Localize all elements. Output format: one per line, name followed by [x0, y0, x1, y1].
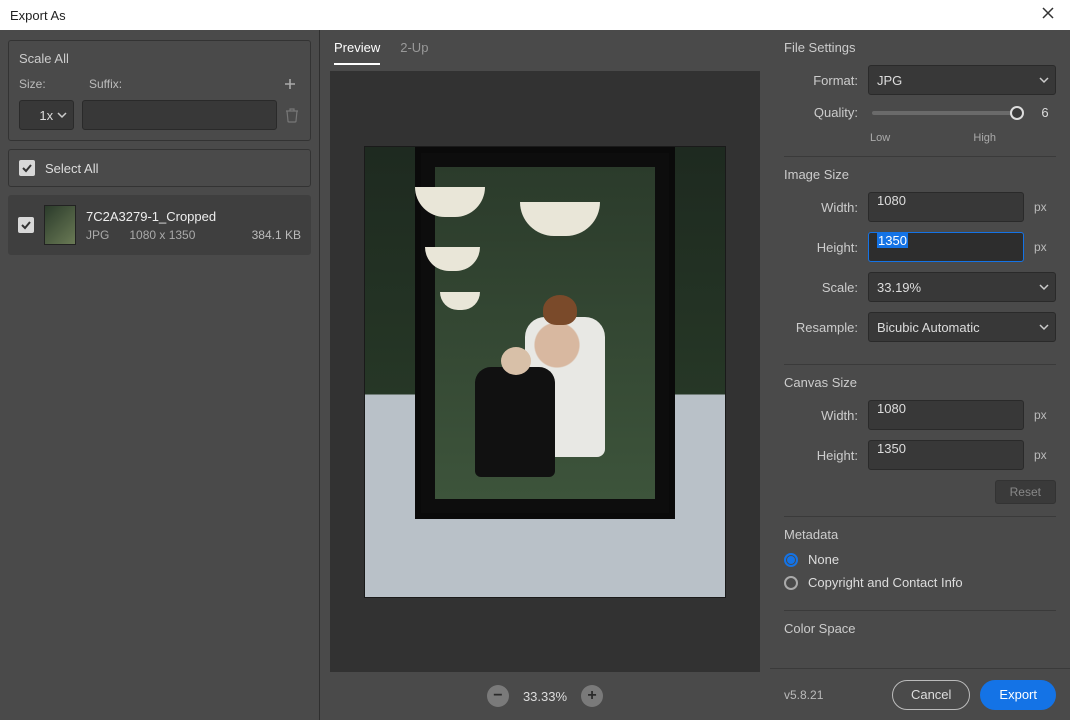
image-size-section: Image Size Width: 1080 px Height: 1350 p… — [784, 167, 1056, 365]
select-all-row[interactable]: Select All — [8, 149, 311, 187]
chevron-down-icon — [1039, 73, 1049, 88]
slider-knob[interactable] — [1010, 106, 1024, 120]
left-panel: Scale All Size: Suffix: 1x — [0, 30, 320, 720]
canvas-height-input[interactable]: 1350 — [868, 440, 1024, 470]
suffix-input[interactable] — [82, 100, 277, 130]
settings-scroll[interactable]: File Settings Format: JPG Quality: 6 — [770, 30, 1070, 668]
image-size-title: Image Size — [784, 167, 1056, 182]
unit-px: px — [1034, 240, 1056, 254]
radio-icon — [784, 553, 798, 567]
version-label: v5.8.21 — [784, 688, 882, 702]
asset-item[interactable]: 7C2A3279-1_Cropped JPG 1080 x 1350 384.1… — [8, 195, 311, 255]
asset-thumbnail — [44, 205, 76, 245]
trash-icon[interactable] — [285, 107, 300, 123]
export-button[interactable]: Export — [980, 680, 1056, 710]
cancel-button[interactable]: Cancel — [892, 680, 970, 710]
preview-canvas[interactable] — [330, 71, 760, 672]
resample-value: Bicubic Automatic — [877, 320, 980, 335]
format-value: JPG — [877, 73, 902, 88]
center-panel: Preview 2-Up − 33.33% + — [320, 30, 770, 720]
img-width-input[interactable]: 1080 — [868, 192, 1024, 222]
scale-value: 33.19% — [877, 280, 921, 295]
tab-2up[interactable]: 2-Up — [400, 40, 428, 65]
quality-value: 6 — [1034, 105, 1056, 120]
canvas-size-title: Canvas Size — [784, 375, 1056, 390]
metadata-copyright-radio[interactable]: Copyright and Contact Info — [784, 575, 1056, 590]
tab-preview[interactable]: Preview — [334, 40, 380, 65]
asset-format: JPG — [86, 228, 109, 242]
quality-low-label: Low — [870, 132, 890, 144]
chevron-down-icon — [1039, 320, 1049, 335]
quality-label: Quality: — [784, 105, 858, 120]
unit-px: px — [1034, 200, 1056, 214]
asset-checkbox[interactable] — [18, 217, 34, 233]
color-space-title: Color Space — [784, 621, 1056, 636]
canvas-width-input[interactable]: 1080 — [868, 400, 1024, 430]
zoom-value: 33.33% — [523, 689, 567, 704]
scale-label: Scale: — [784, 280, 858, 295]
export-as-dialog: Export As Scale All Size: Suffix: 1x — [0, 0, 1070, 720]
close-icon[interactable] — [1036, 5, 1060, 25]
preview-image — [365, 147, 725, 597]
right-panel: File Settings Format: JPG Quality: 6 — [770, 30, 1070, 720]
asset-dimensions: 1080 x 1350 — [129, 228, 195, 242]
zoom-bar: − 33.33% + — [320, 672, 770, 720]
scale-all-title: Scale All — [19, 51, 300, 66]
canvas-height-label: Height: — [784, 448, 858, 463]
titlebar: Export As — [0, 0, 1070, 30]
scale-all-panel: Scale All Size: Suffix: 1x — [8, 40, 311, 141]
asset-name: 7C2A3279-1_Cropped — [86, 209, 301, 224]
resample-select[interactable]: Bicubic Automatic — [868, 312, 1056, 342]
metadata-copyright-label: Copyright and Contact Info — [808, 575, 963, 590]
chevron-down-icon — [57, 108, 67, 123]
resample-label: Resample: — [784, 320, 858, 335]
suffix-label: Suffix: — [89, 77, 280, 91]
metadata-none-label: None — [808, 552, 839, 567]
img-width-label: Width: — [784, 200, 858, 215]
file-settings-section: File Settings Format: JPG Quality: 6 — [784, 40, 1056, 157]
color-space-section: Color Space — [784, 621, 1056, 658]
asset-list: 7C2A3279-1_Cropped JPG 1080 x 1350 384.1… — [8, 195, 311, 255]
canvas-size-section: Canvas Size Width: 1080 px Height: 1350 … — [784, 375, 1056, 517]
chevron-down-icon — [1039, 280, 1049, 295]
format-label: Format: — [784, 73, 858, 88]
format-select[interactable]: JPG — [868, 65, 1056, 95]
reset-button[interactable]: Reset — [995, 480, 1056, 504]
canvas-width-label: Width: — [784, 408, 858, 423]
metadata-title: Metadata — [784, 527, 1056, 542]
add-size-button[interactable] — [280, 74, 300, 94]
asset-filesize: 384.1 KB — [215, 228, 301, 242]
metadata-section: Metadata None Copyright and Contact Info — [784, 527, 1056, 611]
quality-high-label: High — [973, 132, 996, 144]
img-height-input[interactable]: 1350 — [868, 232, 1024, 262]
size-value: 1x — [39, 108, 53, 123]
size-select[interactable]: 1x — [19, 100, 74, 130]
window-title: Export As — [10, 8, 66, 23]
quality-slider[interactable] — [872, 111, 1020, 115]
select-all-label: Select All — [45, 161, 98, 176]
file-settings-title: File Settings — [784, 40, 1056, 55]
unit-px: px — [1034, 408, 1056, 422]
zoom-in-button[interactable]: + — [581, 685, 603, 707]
metadata-none-radio[interactable]: None — [784, 552, 1056, 567]
img-height-label: Height: — [784, 240, 858, 255]
dialog-footer: v5.8.21 Cancel Export — [770, 668, 1070, 720]
size-label: Size: — [19, 77, 89, 91]
unit-px: px — [1034, 448, 1056, 462]
radio-icon — [784, 576, 798, 590]
preview-tabs: Preview 2-Up — [320, 30, 770, 65]
zoom-out-button[interactable]: − — [487, 685, 509, 707]
scale-select[interactable]: 33.19% — [868, 272, 1056, 302]
select-all-checkbox[interactable] — [19, 160, 35, 176]
